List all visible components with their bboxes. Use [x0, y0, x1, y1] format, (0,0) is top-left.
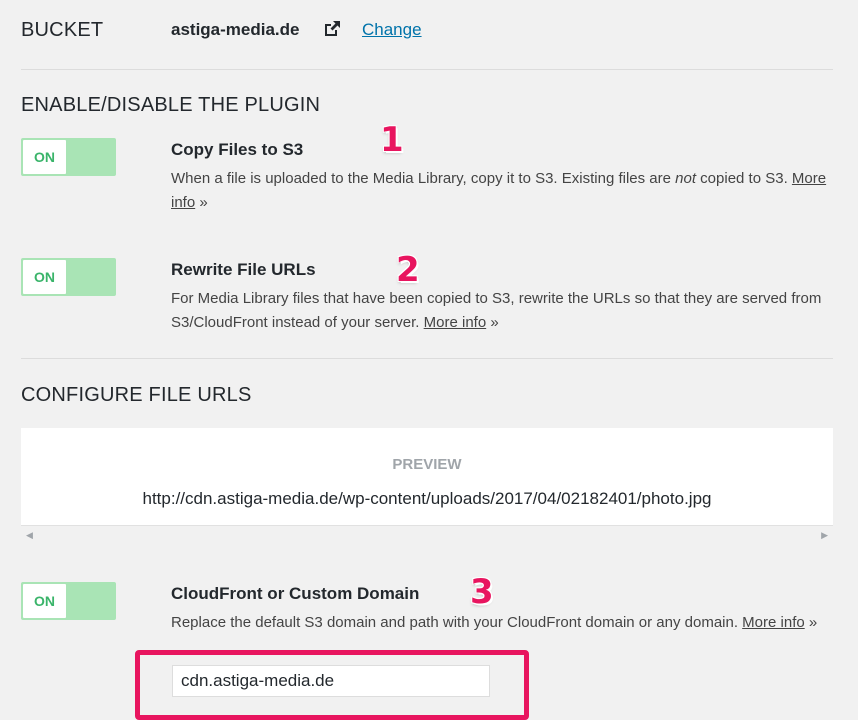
scroll-left-arrow-icon[interactable]: ◀ — [26, 530, 33, 541]
rewrite-urls-title: Rewrite File URLs — [171, 260, 316, 279]
rewrite-urls-more-info-link[interactable]: More info — [424, 314, 487, 331]
domain-input-highlight — [135, 650, 529, 720]
preview-horizontal-scrollbar[interactable]: ◀ ▶ — [21, 525, 833, 544]
bucket-label: BUCKET — [21, 19, 104, 41]
callout-1: 1 — [380, 120, 404, 160]
divider — [21, 69, 833, 70]
scroll-right-arrow-icon[interactable]: ▶ — [821, 530, 828, 541]
bucket-name: astiga-media.de — [171, 20, 300, 39]
copy-files-description: When a file is uploaded to the Media Lib… — [171, 170, 827, 211]
copy-files-toggle-label: ON — [23, 140, 66, 174]
configure-section-heading: CONFIGURE FILE URLS — [21, 384, 252, 406]
callout-2: 2 — [396, 250, 420, 290]
copy-files-toggle[interactable]: ON — [21, 138, 116, 176]
rewrite-urls-description: For Media Library files that have been c… — [171, 290, 822, 331]
url-preview-box: PREVIEW http://cdn.astiga-media.de/wp-co… — [21, 428, 833, 525]
rewrite-urls-toggle[interactable]: ON — [21, 258, 116, 296]
copy-files-title: Copy Files to S3 — [171, 140, 304, 159]
external-link-icon[interactable] — [322, 19, 342, 39]
callout-3: 3 — [470, 572, 494, 612]
cloudfront-toggle[interactable]: ON — [21, 582, 116, 620]
cloudfront-more-info-link[interactable]: More info — [742, 614, 805, 631]
cloudfront-toggle-label: ON — [23, 584, 66, 618]
cloudfront-description: Replace the default S3 domain and path w… — [171, 614, 818, 631]
change-bucket-link[interactable]: Change — [362, 20, 422, 40]
divider — [21, 358, 833, 359]
rewrite-urls-toggle-label: ON — [23, 260, 66, 294]
plugin-section-heading: ENABLE/DISABLE THE PLUGIN — [21, 94, 321, 116]
preview-label: PREVIEW — [392, 456, 462, 473]
preview-url: http://cdn.astiga-media.de/wp-content/up… — [142, 489, 712, 508]
cloudfront-title: CloudFront or Custom Domain — [171, 584, 420, 603]
